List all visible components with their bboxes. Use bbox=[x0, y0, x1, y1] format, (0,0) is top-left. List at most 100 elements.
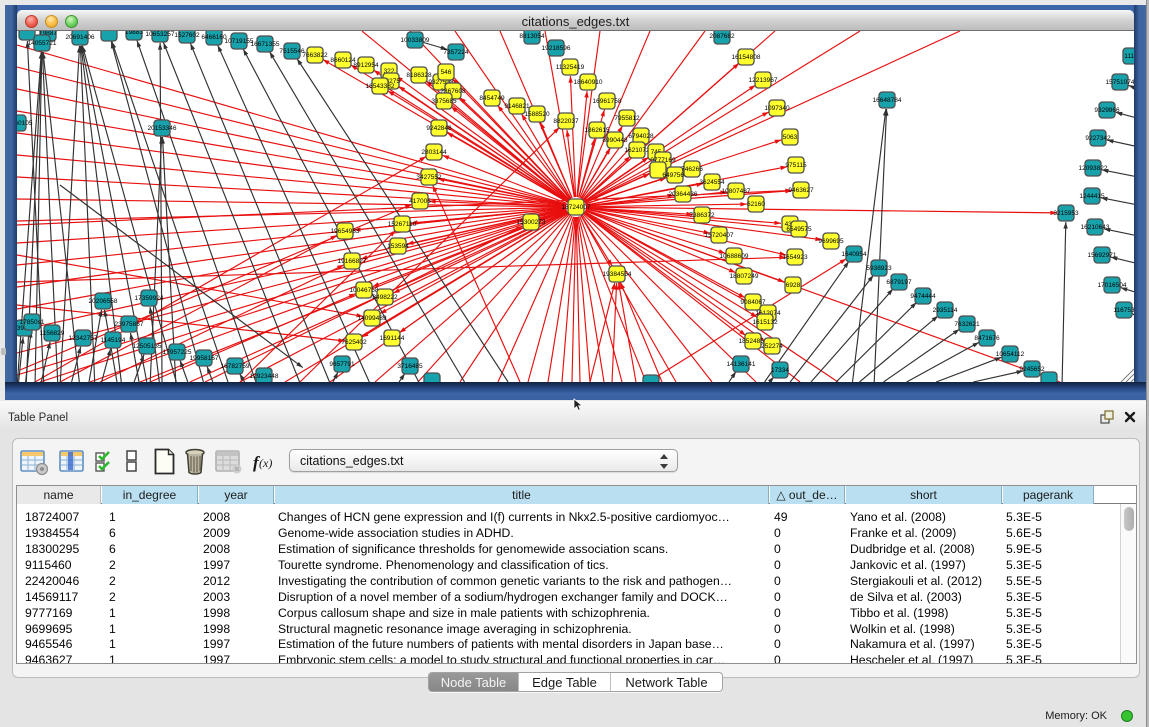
svg-text:1862615: 1862615 bbox=[584, 127, 610, 134]
svg-text:1117: 1117 bbox=[1124, 53, 1134, 60]
svg-text:14099489: 14099489 bbox=[358, 315, 387, 322]
svg-text:16648784: 16648784 bbox=[873, 97, 902, 104]
svg-text:1588520: 1588520 bbox=[524, 111, 550, 118]
svg-text:10688609: 10688609 bbox=[720, 253, 749, 260]
svg-text:2935114: 2935114 bbox=[933, 307, 958, 314]
svg-text:3427552: 3427552 bbox=[416, 174, 442, 181]
svg-text:9329966: 9329966 bbox=[1094, 107, 1120, 114]
svg-text:17016504: 17016504 bbox=[1098, 282, 1127, 289]
svg-text:252274: 252274 bbox=[761, 343, 783, 350]
svg-text:62160: 62160 bbox=[747, 201, 765, 208]
svg-text:14055721: 14055721 bbox=[28, 40, 57, 47]
svg-text:8186328: 8186328 bbox=[406, 72, 432, 79]
svg-text:7663822: 7663822 bbox=[302, 52, 328, 59]
svg-text:17957225: 17957225 bbox=[163, 349, 192, 356]
svg-text:8471676: 8471676 bbox=[974, 335, 1000, 342]
svg-text:5063: 5063 bbox=[783, 134, 798, 141]
svg-text:17334: 17334 bbox=[771, 367, 789, 374]
svg-text:1621072: 1621072 bbox=[624, 147, 650, 154]
svg-text:19384554: 19384554 bbox=[603, 271, 632, 278]
svg-text:116753: 116753 bbox=[1113, 307, 1134, 314]
svg-text:6549575: 6549575 bbox=[786, 226, 812, 233]
svg-text:3215953: 3215953 bbox=[1053, 210, 1079, 217]
svg-text:1691144: 1691144 bbox=[380, 335, 405, 342]
svg-text:16671355: 16671355 bbox=[251, 41, 280, 48]
svg-text:7515546: 7515546 bbox=[279, 48, 305, 55]
svg-text:9657791: 9657791 bbox=[329, 361, 355, 368]
svg-text:16210643: 16210643 bbox=[1081, 224, 1110, 231]
svg-text:1615132: 1615132 bbox=[752, 319, 778, 326]
svg-text:16543382: 16543382 bbox=[366, 83, 395, 90]
svg-text:15300273: 15300273 bbox=[517, 219, 546, 226]
svg-text:1527602: 1527602 bbox=[174, 32, 200, 39]
svg-text:19654983: 19654983 bbox=[331, 228, 360, 235]
svg-text:1145194: 1145194 bbox=[101, 337, 126, 344]
svg-text:20364436: 20364436 bbox=[669, 191, 698, 198]
svg-text:20153346: 20153346 bbox=[148, 125, 177, 132]
svg-text:2803144: 2803144 bbox=[421, 149, 447, 156]
svg-text:19166827: 19166827 bbox=[338, 258, 367, 265]
svg-text:2087682: 2087682 bbox=[709, 33, 735, 40]
svg-text:9227342: 9227342 bbox=[1085, 135, 1111, 142]
svg-text:17359924: 17359924 bbox=[135, 295, 164, 302]
svg-text:417006: 417006 bbox=[409, 198, 431, 205]
svg-text:153594: 153594 bbox=[387, 243, 409, 250]
svg-text:20691406: 20691406 bbox=[66, 34, 95, 41]
svg-text:8990448: 8990448 bbox=[602, 137, 628, 144]
svg-text:6466160: 6466160 bbox=[201, 34, 227, 41]
svg-text:8912954: 8912954 bbox=[353, 62, 379, 69]
svg-text:15692971: 15692971 bbox=[1088, 252, 1117, 259]
svg-text:6879197: 6879197 bbox=[886, 279, 912, 286]
svg-text:8813054: 8813054 bbox=[519, 33, 545, 40]
svg-text:975115: 975115 bbox=[785, 162, 807, 169]
svg-text:6928: 6928 bbox=[786, 282, 801, 289]
svg-text:15751074: 15751074 bbox=[1106, 79, 1134, 86]
svg-text:16961758: 16961758 bbox=[593, 98, 622, 105]
svg-text:9245652: 9245652 bbox=[1019, 366, 1045, 373]
svg-text:1654923: 1654923 bbox=[782, 254, 808, 261]
svg-text:7357224: 7357224 bbox=[443, 49, 469, 56]
svg-text:9699695: 9699695 bbox=[818, 238, 844, 245]
svg-text:9146821: 9146821 bbox=[504, 103, 530, 110]
svg-text:1244415: 1244415 bbox=[1079, 193, 1105, 200]
svg-text:7632621: 7632621 bbox=[954, 321, 980, 328]
svg-text:11325419: 11325419 bbox=[556, 64, 585, 71]
svg-text:12505135: 12505135 bbox=[133, 343, 162, 350]
svg-text:16782759: 16782759 bbox=[221, 363, 250, 370]
svg-text:12093822: 12093822 bbox=[1079, 165, 1108, 172]
svg-text:12342757: 12342757 bbox=[69, 335, 98, 342]
svg-text:7386372: 7386372 bbox=[689, 212, 715, 219]
svg-text:19883: 19883 bbox=[125, 31, 143, 36]
svg-text:15267110: 15267110 bbox=[388, 221, 417, 228]
svg-text:9474444: 9474444 bbox=[910, 293, 936, 300]
svg-text:546: 546 bbox=[441, 69, 452, 76]
svg-text:10719155: 10719155 bbox=[225, 38, 254, 45]
svg-text:8498222: 8498222 bbox=[372, 294, 398, 301]
svg-text:3375685: 3375685 bbox=[431, 98, 457, 105]
svg-text:5938923: 5938923 bbox=[866, 265, 892, 272]
svg-text:19218596: 19218596 bbox=[542, 45, 571, 52]
svg-text:12923448: 12923448 bbox=[250, 373, 279, 380]
svg-text:15720407: 15720407 bbox=[705, 232, 734, 239]
svg-text:18724007: 18724007 bbox=[562, 204, 591, 211]
svg-text:14136141: 14136141 bbox=[727, 361, 756, 368]
svg-text:1640954: 1640954 bbox=[841, 251, 867, 258]
svg-text:19958167: 19958167 bbox=[190, 355, 219, 362]
svg-text:8454749: 8454749 bbox=[479, 95, 505, 102]
svg-text:7955812: 7955812 bbox=[614, 115, 640, 122]
svg-text:18807249: 18807249 bbox=[730, 273, 759, 280]
svg-text:3716485: 3716485 bbox=[397, 363, 423, 370]
svg-text:12213967: 12213967 bbox=[749, 77, 778, 84]
svg-text:10654112: 10654112 bbox=[996, 351, 1025, 358]
svg-text:8822037: 8822037 bbox=[553, 118, 579, 125]
svg-text:7625402: 7625402 bbox=[341, 339, 367, 346]
svg-text:10653257: 10653257 bbox=[146, 31, 175, 38]
svg-text:10807487: 10807487 bbox=[722, 188, 751, 195]
svg-text:3624554: 3624554 bbox=[699, 179, 725, 186]
svg-text:8660124: 8660124 bbox=[330, 57, 356, 64]
svg-text:20206558: 20206558 bbox=[89, 298, 118, 305]
svg-text:18640910: 18640910 bbox=[574, 79, 603, 86]
svg-text:9242848: 9242848 bbox=[426, 125, 452, 132]
svg-text:10046758: 10046758 bbox=[350, 287, 379, 294]
svg-text:9463627: 9463627 bbox=[788, 187, 814, 194]
